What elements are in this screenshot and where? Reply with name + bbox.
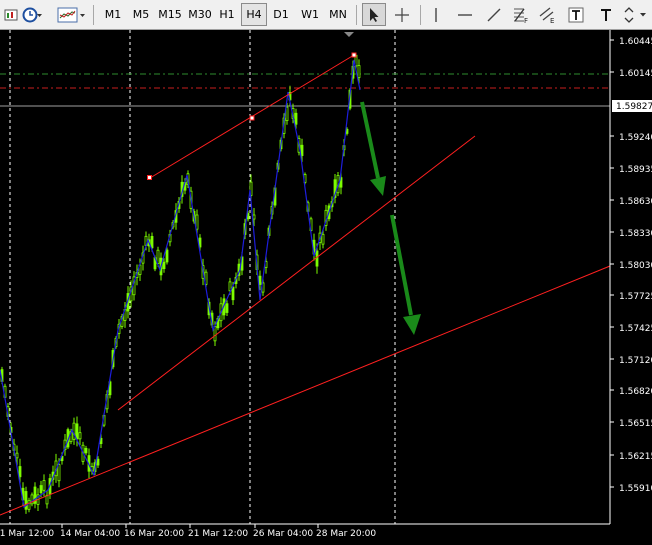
price-chart[interactable]: 1.60445 1.60145 1.59240 1.58935 1.58630 1.583…	[0, 30, 652, 541]
time-tick-label: 21 Mar 12:00	[188, 529, 248, 539]
price-tick-label: 1.59240	[619, 133, 652, 143]
candle-body	[165, 249, 169, 263]
time-tick-label: 14 Mar 04:00	[60, 529, 120, 539]
timeframe-h1[interactable]: H1	[215, 3, 239, 26]
candle-body	[294, 112, 298, 125]
timeframe-w1[interactable]: W1	[297, 3, 323, 26]
crosshair-icon[interactable]	[390, 3, 414, 26]
time-tick-label: 16 Mar 20:00	[124, 529, 184, 539]
timeframe-m30[interactable]: M30	[185, 3, 215, 26]
candle-body	[156, 249, 160, 264]
arrows-menu-icon[interactable]	[622, 3, 650, 26]
price-tick-label: 1.57120	[619, 356, 652, 366]
timeframe-m1[interactable]: M1	[100, 3, 126, 26]
time-tick-label: 26 Mar 04:00	[253, 529, 313, 539]
candle-body	[72, 422, 76, 440]
price-tick-label: 1.56215	[619, 452, 652, 462]
price-tick-label: 1.60445	[619, 37, 652, 47]
equidistant-channel-icon[interactable]: E	[536, 3, 558, 26]
fibonacci-icon[interactable]: F	[510, 3, 532, 26]
price-tick-label: 1.58935	[619, 165, 652, 175]
price-tick-label: 1.57425	[619, 324, 652, 334]
time-tick-label: 11 Mar 12:00	[0, 529, 54, 539]
indicators-icon[interactable]	[57, 3, 87, 26]
candle-body	[357, 65, 361, 78]
candle-body	[84, 447, 88, 454]
candle-body	[300, 144, 304, 157]
separator	[356, 5, 357, 25]
price-tick-label: 1.60145	[619, 69, 652, 79]
candle-body	[18, 466, 22, 478]
separator	[93, 5, 94, 25]
candle-body	[213, 326, 217, 342]
timeframe-d1[interactable]: D1	[269, 3, 293, 26]
time-tick-label: 28 Mar 20:00	[316, 529, 376, 539]
price-tick-label: 1.56820	[619, 387, 652, 397]
candle-body	[285, 106, 289, 121]
candle-body	[42, 480, 46, 491]
text-label-icon[interactable]	[596, 3, 616, 26]
candle-body	[315, 250, 319, 267]
candle-body	[57, 464, 61, 482]
timeframe-mn[interactable]: MN	[325, 3, 351, 26]
horizontal-line-icon[interactable]	[456, 3, 474, 26]
candle-body	[150, 236, 154, 249]
clock-icon[interactable]	[22, 3, 42, 26]
text-tool-icon[interactable]	[566, 3, 586, 26]
cursor-icon[interactable]	[362, 3, 386, 26]
price-tick-label: 1.56515	[619, 419, 652, 429]
timeframe-h4[interactable]: H4	[241, 3, 267, 26]
candle-body	[78, 432, 82, 440]
price-tick-label: 1.58330	[619, 229, 652, 239]
candle-body	[96, 458, 100, 466]
candle-body	[252, 214, 256, 220]
vertical-line-icon[interactable]	[428, 3, 444, 26]
new-chart-icon[interactable]	[4, 3, 18, 26]
candle-body	[231, 286, 235, 301]
toolbar: M1 M5 M15 M30 H1 H4 D1 W1 MN F E	[0, 0, 652, 30]
candle-body	[162, 261, 166, 270]
price-tick-label: 1.58630	[619, 197, 652, 207]
price-tick-label: 1.55910	[619, 484, 652, 494]
price-tick-label: 1.58030	[619, 261, 652, 271]
candle-body	[27, 500, 31, 510]
candle-body	[258, 275, 262, 285]
candle-body	[225, 303, 229, 313]
trendline-icon[interactable]	[484, 3, 504, 26]
svg-text:E: E	[550, 17, 554, 24]
timeframe-m5[interactable]: M5	[128, 3, 154, 26]
price-tick-label: 1.57725	[619, 292, 652, 302]
candle-body	[75, 423, 79, 440]
timeframe-m15[interactable]: M15	[155, 3, 185, 26]
candle-body	[321, 233, 325, 245]
candle-body	[39, 485, 43, 494]
svg-text:F: F	[524, 17, 528, 24]
separator	[420, 5, 421, 25]
candle-body	[15, 452, 19, 459]
current-price-label: 1.59827	[616, 102, 652, 112]
